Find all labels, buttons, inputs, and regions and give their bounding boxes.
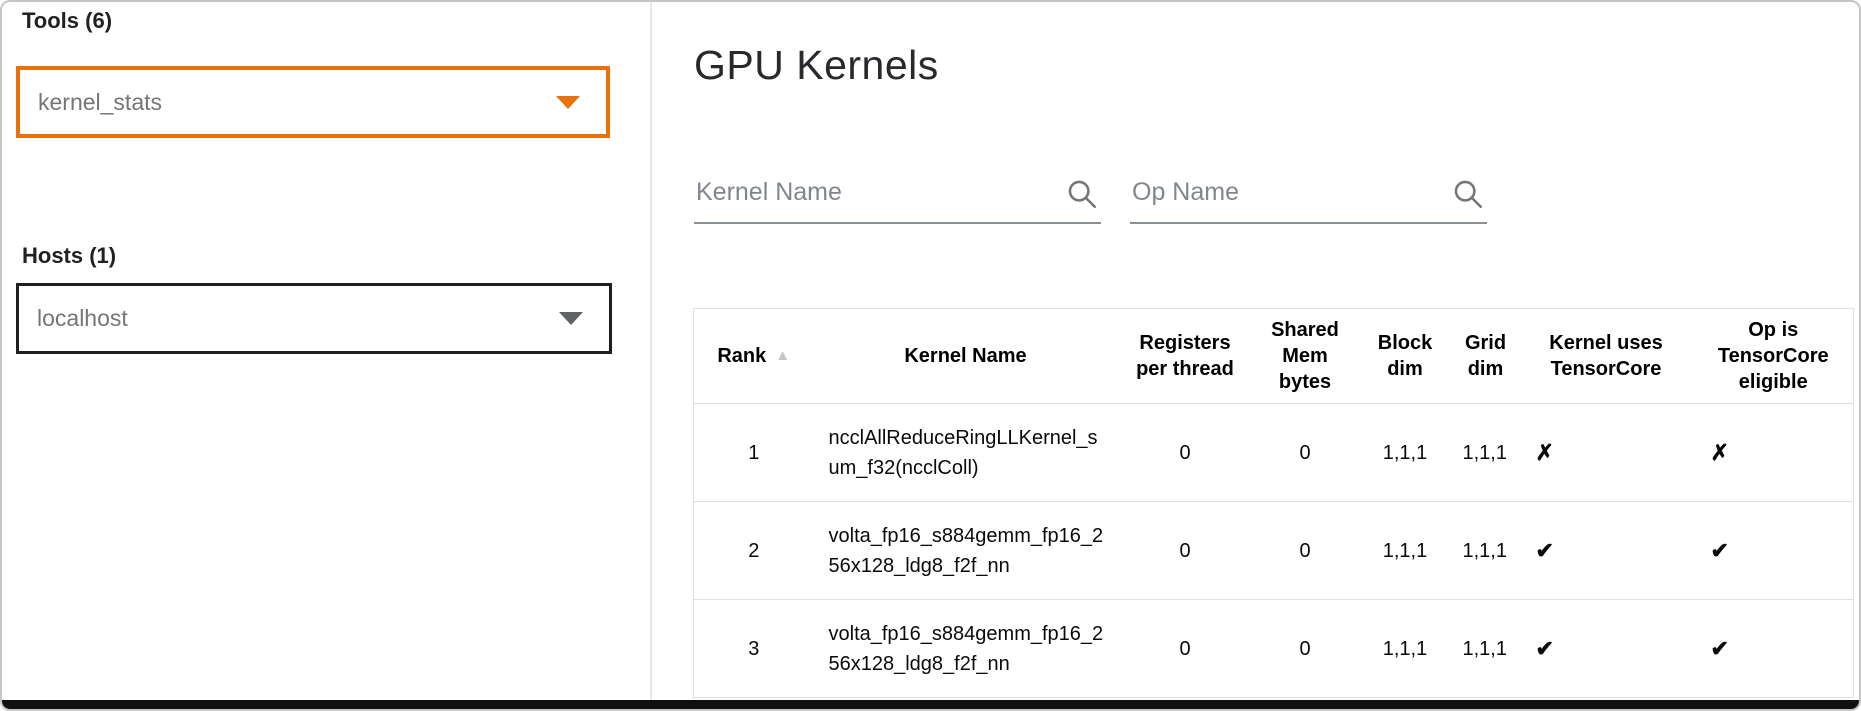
kernel-name-input[interactable]	[694, 168, 1101, 224]
cell-op-is-tensorcore-eligible: ✔	[1694, 502, 1854, 600]
sort-ascending-icon: ▲	[775, 347, 790, 364]
search-icon	[1065, 176, 1099, 212]
column-header-block-dim[interactable]: Block dim	[1358, 309, 1453, 404]
cell-block-dim: 1,1,1	[1358, 404, 1453, 502]
cell-kernel-name: volta_fp16_s884gemm_fp16_256x128_ldg8_f2…	[814, 600, 1118, 698]
tools-section-label: Tools (6)	[22, 8, 112, 34]
tools-select[interactable]: kernel_stats	[16, 66, 610, 138]
cell-registers-per-thread: 0	[1118, 502, 1253, 600]
cell-op-is-tensorcore-eligible: ✔	[1694, 600, 1854, 698]
cell-kernel-name: ncclAllReduceRingLLKernel_sum_f32(ncclCo…	[814, 404, 1118, 502]
table-row: 2volta_fp16_s884gemm_fp16_256x128_ldg8_f…	[694, 502, 1854, 600]
profiler-window: Tools (6) kernel_stats Hosts (1) localho…	[0, 0, 1861, 711]
table-body: 1ncclAllReduceRingLLKernel_sum_f32(ncclC…	[694, 404, 1854, 698]
cell-rank: 3	[694, 600, 814, 698]
column-header-kernel-name[interactable]: Kernel Name	[814, 309, 1118, 404]
cell-registers-per-thread: 0	[1118, 404, 1253, 502]
cell-op-is-tensorcore-eligible: ✗	[1694, 404, 1854, 502]
chevron-down-icon	[556, 96, 580, 109]
hosts-select-value: localhost	[19, 305, 559, 332]
tools-select-value: kernel_stats	[20, 89, 556, 116]
table-row: 1ncclAllReduceRingLLKernel_sum_f32(ncclC…	[694, 404, 1854, 502]
column-header-grid-dim[interactable]: Grid dim	[1453, 309, 1519, 404]
gpu-kernels-table: Rank▲ Kernel Name Registers per thread S…	[693, 308, 1854, 698]
cell-kernel-uses-tensorcore: ✗	[1519, 404, 1694, 502]
table-row: 3volta_fp16_s884gemm_fp16_256x128_ldg8_f…	[694, 600, 1854, 698]
page-title: GPU Kernels	[694, 42, 939, 89]
cell-kernel-name: volta_fp16_s884gemm_fp16_256x128_ldg8_f2…	[814, 502, 1118, 600]
sidebar: Tools (6) kernel_stats Hosts (1) localho…	[2, 2, 652, 709]
cell-shared-mem-bytes: 0	[1253, 502, 1358, 600]
cell-kernel-uses-tensorcore: ✔	[1519, 502, 1694, 600]
cell-rank: 2	[694, 502, 814, 600]
cell-shared-mem-bytes: 0	[1253, 600, 1358, 698]
table-header-row: Rank▲ Kernel Name Registers per thread S…	[694, 309, 1854, 404]
chevron-down-icon	[559, 312, 583, 325]
column-header-registers-per-thread[interactable]: Registers per thread	[1118, 309, 1253, 404]
main-panel: GPU Kernels Ra	[654, 2, 1859, 709]
hosts-section-label: Hosts (1)	[22, 243, 116, 269]
column-header-shared-mem-bytes[interactable]: Shared Mem bytes	[1253, 309, 1358, 404]
search-icon	[1451, 176, 1485, 212]
cell-block-dim: 1,1,1	[1358, 502, 1453, 600]
cell-shared-mem-bytes: 0	[1253, 404, 1358, 502]
op-name-filter	[1130, 168, 1487, 224]
column-header-rank[interactable]: Rank▲	[694, 309, 814, 404]
column-header-kernel-uses-tensorcore[interactable]: Kernel uses TensorCore	[1519, 309, 1694, 404]
hosts-select[interactable]: localhost	[16, 283, 612, 354]
column-header-op-is-tensorcore-eligible[interactable]: Op is TensorCore eligible	[1694, 309, 1854, 404]
cell-grid-dim: 1,1,1	[1453, 600, 1519, 698]
bottom-bar	[2, 700, 1859, 709]
cell-kernel-uses-tensorcore: ✔	[1519, 600, 1694, 698]
cell-grid-dim: 1,1,1	[1453, 404, 1519, 502]
cell-grid-dim: 1,1,1	[1453, 502, 1519, 600]
op-name-input[interactable]	[1130, 168, 1487, 224]
cell-registers-per-thread: 0	[1118, 600, 1253, 698]
kernel-name-filter	[694, 168, 1101, 224]
cell-rank: 1	[694, 404, 814, 502]
cell-block-dim: 1,1,1	[1358, 600, 1453, 698]
